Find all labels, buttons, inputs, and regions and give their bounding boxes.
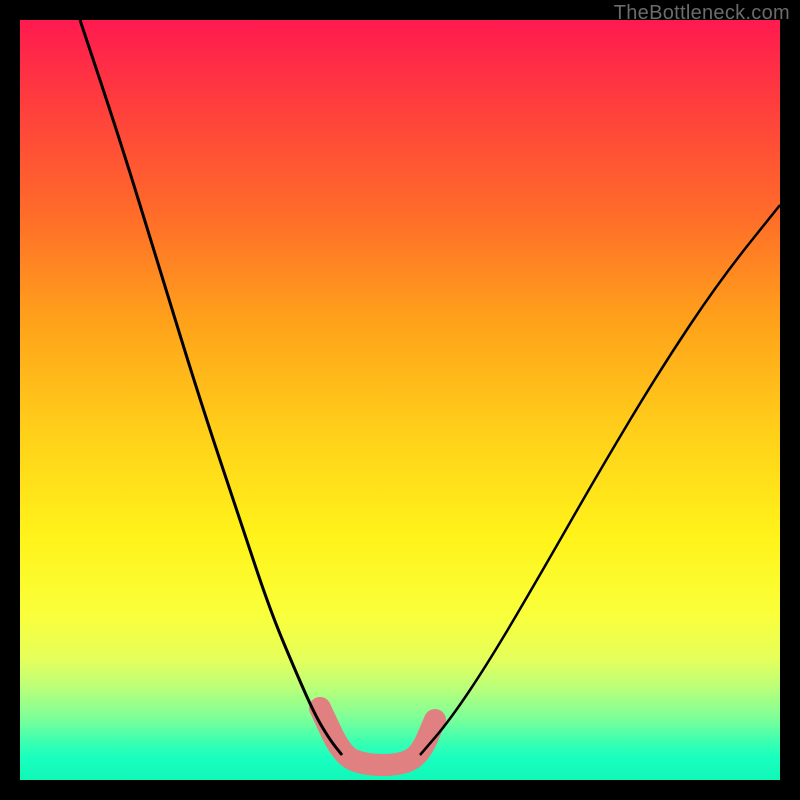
chart-stage: TheBottleneck.com: [0, 0, 800, 800]
plot-area: [20, 20, 780, 780]
left-curve: [80, 20, 342, 755]
curves-svg: [20, 20, 780, 780]
valley-highlight: [320, 708, 435, 765]
right-curve: [420, 205, 780, 755]
